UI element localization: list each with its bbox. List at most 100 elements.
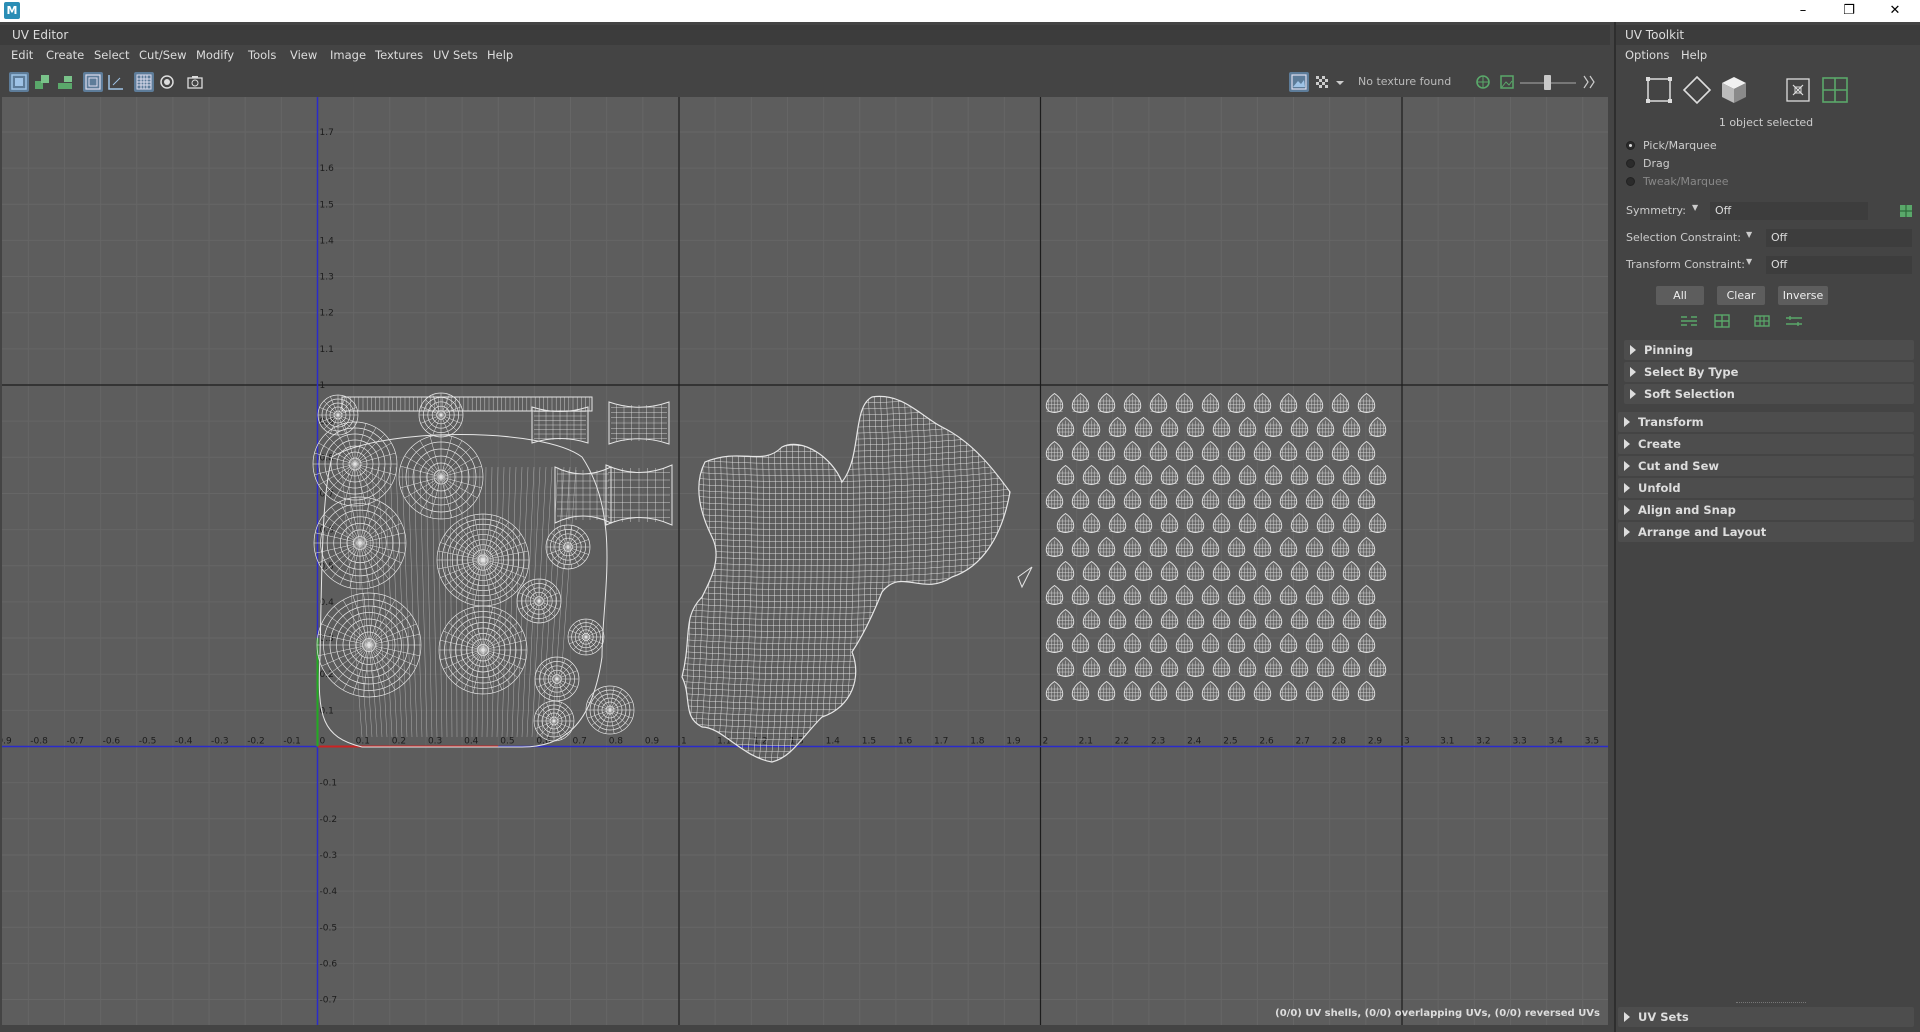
uv-viewport[interactable]: -0.9 -0.8 -0.7 -0.6 -0.5 -0.4 -0.3 -0.2 -0.1 0 0.1… (2, 97, 1608, 1025)
uv-shell-teardrop[interactable] (1071, 536, 1090, 557)
uv-shell-icon[interactable] (9, 72, 29, 92)
grow-selection-icon[interactable] (1679, 312, 1699, 330)
menu-modify[interactable]: Modify (196, 45, 234, 65)
uv-shell-teardrop[interactable] (1305, 488, 1324, 509)
clear-selection-button[interactable]: Clear (1717, 286, 1765, 305)
uv-shell-teardrop[interactable] (1227, 632, 1246, 653)
uv-shell-teardrop[interactable] (1212, 464, 1231, 485)
uv-shell-teardrop[interactable] (1160, 464, 1179, 485)
uv-shell-teardrop[interactable] (1368, 560, 1387, 581)
uv-shell-teardrop[interactable] (1305, 680, 1324, 701)
uv-shell-teardrop[interactable] (1368, 512, 1387, 533)
uv-shell-teardrop[interactable] (1212, 656, 1231, 677)
edge-select-icon[interactable] (1680, 73, 1714, 107)
uv-shell-teardrop[interactable] (1201, 632, 1220, 653)
uv-shell-teardrop[interactable] (1071, 632, 1090, 653)
uv-shell-disc[interactable] (436, 513, 530, 607)
uv-shell-teardrop[interactable] (1305, 632, 1324, 653)
uv-shell-teardrop[interactable] (1175, 536, 1194, 557)
uv-shell-teardrop[interactable] (1201, 488, 1220, 509)
uv-shell-teardrop[interactable] (1082, 416, 1101, 437)
uv-shell-teardrop[interactable] (1331, 632, 1350, 653)
uv-shell-teardrop[interactable] (1253, 632, 1272, 653)
radio-pick-marquee[interactable] (1626, 141, 1635, 150)
uv-shell-teardrop[interactable] (1186, 656, 1205, 677)
menu-image[interactable]: Image (330, 45, 366, 65)
uv-shell-disc[interactable] (317, 394, 359, 436)
select-border-icon[interactable] (1752, 312, 1772, 330)
uv-shell-teardrop[interactable] (1123, 488, 1142, 509)
menu-tools[interactable]: Tools (248, 45, 276, 65)
transform-constraint-dropdown-icon[interactable]: ▼ (1746, 257, 1752, 266)
expand-icon[interactable] (1580, 72, 1596, 92)
uv-shell-teardrop[interactable] (1045, 392, 1064, 413)
uv-shell-teardrop[interactable] (1123, 440, 1142, 461)
uv-shell-teardrop[interactable] (1357, 584, 1376, 605)
selection-constraint-dropdown-icon[interactable]: ▼ (1746, 230, 1752, 239)
uv-shell-teardrop[interactable] (1357, 632, 1376, 653)
uv-shell-teardrop[interactable] (1279, 632, 1298, 653)
uv-shell-teardrop[interactable] (1316, 416, 1335, 437)
uv-shell-teardrop[interactable] (1227, 680, 1246, 701)
uv-shell-teardrop[interactable] (1071, 680, 1090, 701)
uv-shell-teardrop[interactable] (1316, 560, 1335, 581)
select-all-button[interactable]: All (1656, 286, 1704, 305)
exposure-slider-thumb[interactable] (1544, 75, 1551, 90)
uv-shell-teardrop[interactable] (1108, 464, 1127, 485)
uv-shell-teardrop[interactable] (1212, 512, 1231, 533)
shell-select-icon[interactable] (1717, 73, 1751, 107)
uv-shell-teardrop[interactable] (1160, 560, 1179, 581)
uv-shell-teardrop[interactable] (1331, 680, 1350, 701)
uv-shell-disc[interactable] (418, 392, 464, 438)
uv-shell-teardrop[interactable] (1279, 440, 1298, 461)
uv-shell-teardrop[interactable] (1201, 680, 1220, 701)
uv-shell-disc[interactable] (438, 605, 528, 695)
uv-shell-teardrop[interactable] (1305, 536, 1324, 557)
uv-shell-fragment[interactable] (1017, 566, 1033, 589)
section-select-by-type[interactable]: Select By Type (1624, 362, 1914, 382)
uv-tile-3-shells[interactable] (1045, 392, 1387, 701)
uv-shell-teardrop[interactable] (1045, 680, 1064, 701)
uv-shell-teardrop[interactable] (1149, 584, 1168, 605)
toolkit-menu-help[interactable]: Help (1681, 45, 1707, 65)
frame-selection-icon[interactable] (1781, 73, 1815, 107)
uv-shell-teardrop[interactable] (1357, 536, 1376, 557)
selection-constraint-value[interactable]: Off (1766, 229, 1912, 247)
uv-shell-teardrop[interactable] (1227, 536, 1246, 557)
uv-shell-teardrop[interactable] (1186, 464, 1205, 485)
uv-shell-teardrop[interactable] (1357, 392, 1376, 413)
uv-shell-teardrop[interactable] (1097, 632, 1116, 653)
uv-shell-teardrop[interactable] (1186, 512, 1205, 533)
uv-shell-teardrop[interactable] (1253, 680, 1272, 701)
menu-cut-sew[interactable]: Cut/Sew (139, 45, 186, 65)
uv-shell-teardrop[interactable] (1368, 416, 1387, 437)
uv-shell-teardrop[interactable] (1071, 488, 1090, 509)
uv-shell-teardrop[interactable] (1082, 512, 1101, 533)
uv-shell-teardrop[interactable] (1175, 488, 1194, 509)
uv-shell-teardrop[interactable] (1186, 560, 1205, 581)
maximize-button[interactable]: ❐ (1826, 0, 1872, 22)
uv-shell-teardrop[interactable] (1108, 656, 1127, 677)
uv-shell-teardrop[interactable] (1175, 392, 1194, 413)
uv-shell-disc[interactable] (516, 578, 562, 624)
section-unfold[interactable]: Unfold (1618, 478, 1914, 498)
inverse-selection-button[interactable]: Inverse (1778, 286, 1828, 305)
uv-shell-teardrop[interactable] (1357, 680, 1376, 701)
uv-shell-teardrop[interactable] (1056, 656, 1075, 677)
uv-shell-teardrop[interactable] (1331, 584, 1350, 605)
section-align-and-snap[interactable]: Align and Snap (1618, 500, 1914, 520)
uv-shell-teardrop[interactable] (1201, 392, 1220, 413)
uv-shell-teardrop[interactable] (1175, 584, 1194, 605)
uv-shell-teardrop[interactable] (1264, 416, 1283, 437)
section-transform[interactable]: Transform (1618, 412, 1914, 432)
uv-shell-teardrop[interactable] (1123, 584, 1142, 605)
toolkit-menu-options[interactable]: Options (1625, 45, 1669, 65)
uv-shell-teardrop[interactable] (1279, 584, 1298, 605)
uv-shell-teardrop[interactable] (1071, 440, 1090, 461)
uv-shell-teardrop[interactable] (1253, 488, 1272, 509)
uv-shell-disc[interactable] (567, 618, 605, 656)
image-display-icon[interactable] (1289, 72, 1309, 92)
snapshot-sphere-icon[interactable] (157, 72, 177, 92)
uv-shell-teardrop[interactable] (1175, 632, 1194, 653)
checker-icon[interactable] (1312, 72, 1332, 92)
